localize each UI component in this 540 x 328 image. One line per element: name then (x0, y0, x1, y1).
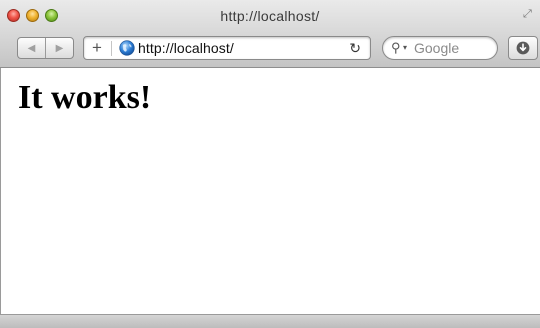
page-heading: It works! (18, 79, 152, 116)
reload-icon[interactable]: ↻ (349, 39, 361, 57)
plus-icon[interactable]: + (92, 38, 102, 58)
search-icon: ⚲ (391, 40, 401, 55)
url-text[interactable]: http://localhost/ (138, 40, 234, 56)
browser-window: http://localhost/ ⤢ ◀ ▶ + http://localho… (0, 0, 540, 328)
address-bar[interactable]: + http://localhost/ ↻ (83, 36, 371, 60)
fullscreen-icon[interactable]: ⤢ (523, 7, 537, 21)
download-icon (516, 41, 530, 55)
downloads-button[interactable] (508, 36, 538, 60)
search-dropdown-icon[interactable]: ▾ (403, 40, 407, 56)
search-placeholder: Google (414, 40, 460, 56)
back-arrow-icon: ◀ (27, 42, 36, 54)
forward-button[interactable]: ▶ (46, 38, 73, 58)
back-button[interactable]: ◀ (18, 38, 46, 58)
page-content: It works! (0, 68, 540, 314)
navigation-buttons: ◀ ▶ (17, 37, 74, 59)
globe-icon (119, 40, 135, 56)
search-field[interactable]: ⚲ ▾ Google (382, 36, 498, 60)
browser-toolbar: http://localhost/ ⤢ ◀ ▶ + http://localho… (0, 0, 540, 68)
status-bar (0, 314, 540, 328)
forward-arrow-icon: ▶ (55, 42, 64, 54)
address-bar-divider (111, 41, 112, 56)
window-title: http://localhost/ (220, 8, 320, 24)
